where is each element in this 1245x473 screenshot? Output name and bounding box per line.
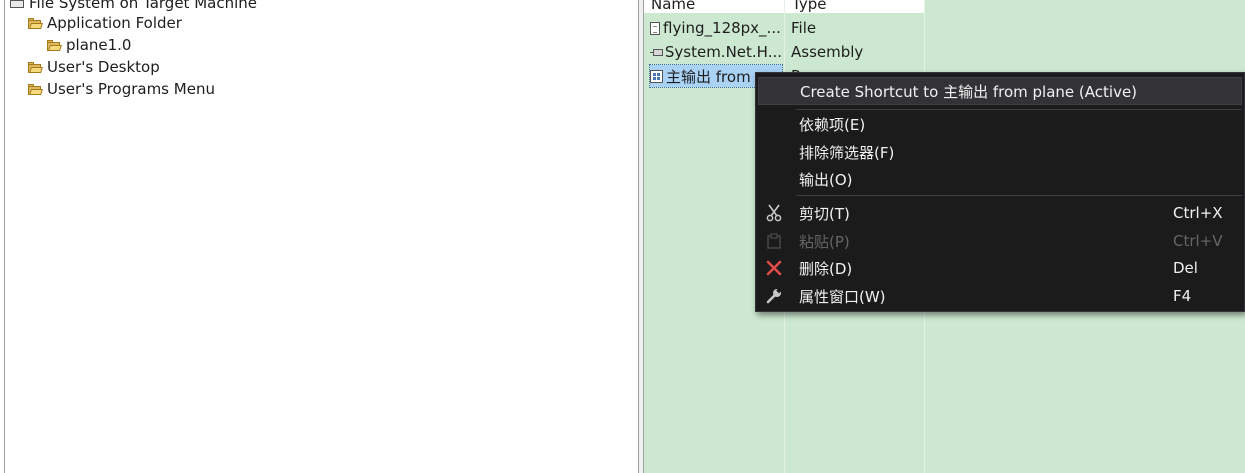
list-item-type: Assembly — [791, 43, 864, 61]
tree-node-label: User's Desktop — [47, 58, 160, 76]
menu-item-shortcut: Ctrl+V — [1173, 232, 1223, 250]
menu-item-label: Create Shortcut to 主输出 from plane (Activ… — [800, 82, 1138, 101]
tree-node-label: plane1.0 — [66, 36, 132, 54]
menu-item-create-shortcut[interactable]: Create Shortcut to 主输出 from plane (Activ… — [758, 77, 1242, 105]
scissors-icon — [763, 202, 785, 224]
list-item-name: System.Net.H... — [664, 43, 782, 61]
file-system-tree: File System on Target Machine Applicatio… — [0, 0, 638, 473]
menu-item-dependencies[interactable]: 依赖项(E) — [756, 110, 1244, 138]
file-icon — [650, 21, 660, 35]
menu-item-label: 依赖项(E) — [799, 115, 866, 134]
list-item[interactable]: flying_128px_... File — [644, 17, 1245, 40]
menu-item-label: 属性窗口(W) — [799, 287, 886, 306]
delete-x-icon — [763, 257, 785, 279]
list-item-name: 主输出 from p — [666, 67, 765, 86]
column-header-type[interactable]: Type — [785, 0, 924, 13]
menu-item-exclude-filter[interactable]: 排除筛选器(F) — [756, 138, 1244, 166]
menu-item-outputs[interactable]: 输出(O) — [756, 165, 1244, 193]
menu-separator — [796, 195, 1242, 196]
menu-item-label: 排除筛选器(F) — [799, 143, 895, 162]
list-item-name: flying_128px_... — [663, 19, 781, 37]
menu-item-label: 粘贴(P) — [799, 232, 850, 251]
menu-item-label: 输出(O) — [799, 170, 853, 189]
list-item-name-cell: flying_128px_... — [650, 17, 782, 39]
menu-item-paste[interactable]: 粘贴(P) Ctrl+V — [756, 227, 1244, 255]
menu-item-shortcut: Ctrl+X — [1173, 204, 1223, 222]
folder-open-icon — [47, 39, 62, 51]
menu-item-delete[interactable]: 删除(D) Del — [756, 254, 1244, 282]
tree-node-users-programs-menu[interactable]: User's Programs Menu — [28, 78, 215, 100]
list-item[interactable]: System.Net.H... Assembly — [644, 41, 1245, 64]
tree-node-label: Application Folder — [47, 14, 182, 32]
drive-icon — [10, 0, 24, 9]
tree-border — [4, 0, 5, 473]
menu-item-shortcut: F4 — [1173, 287, 1192, 305]
wrench-icon — [763, 285, 785, 307]
menu-item-cut[interactable]: 剪切(T) Ctrl+X — [756, 199, 1244, 227]
menu-item-label: 剪切(T) — [799, 204, 850, 223]
tree-node-application-folder[interactable]: Application Folder — [28, 12, 182, 34]
tree-node-users-desktop[interactable]: User's Desktop — [28, 56, 160, 78]
context-menu: Create Shortcut to 主输出 from plane (Activ… — [755, 72, 1245, 312]
tree-node-label: User's Programs Menu — [47, 80, 215, 98]
folder-icon — [28, 17, 43, 29]
menu-item-label: 删除(D) — [799, 259, 853, 278]
project-output-icon — [650, 69, 663, 83]
folder-icon — [28, 83, 43, 95]
list-item-name-cell: System.Net.H... — [650, 41, 782, 63]
menu-item-properties-window[interactable]: 属性窗口(W) F4 — [756, 282, 1244, 310]
folder-icon — [28, 61, 43, 73]
tree-node-plane1-0[interactable]: plane1.0 — [47, 34, 131, 56]
column-header-name[interactable]: Name — [644, 0, 784, 13]
list-item-type: File — [791, 19, 817, 37]
paste-icon — [763, 230, 785, 252]
tree-node-label: File System on Target Machine — [29, 0, 257, 12]
menu-item-shortcut: Del — [1173, 259, 1198, 277]
assembly-icon — [650, 47, 663, 57]
